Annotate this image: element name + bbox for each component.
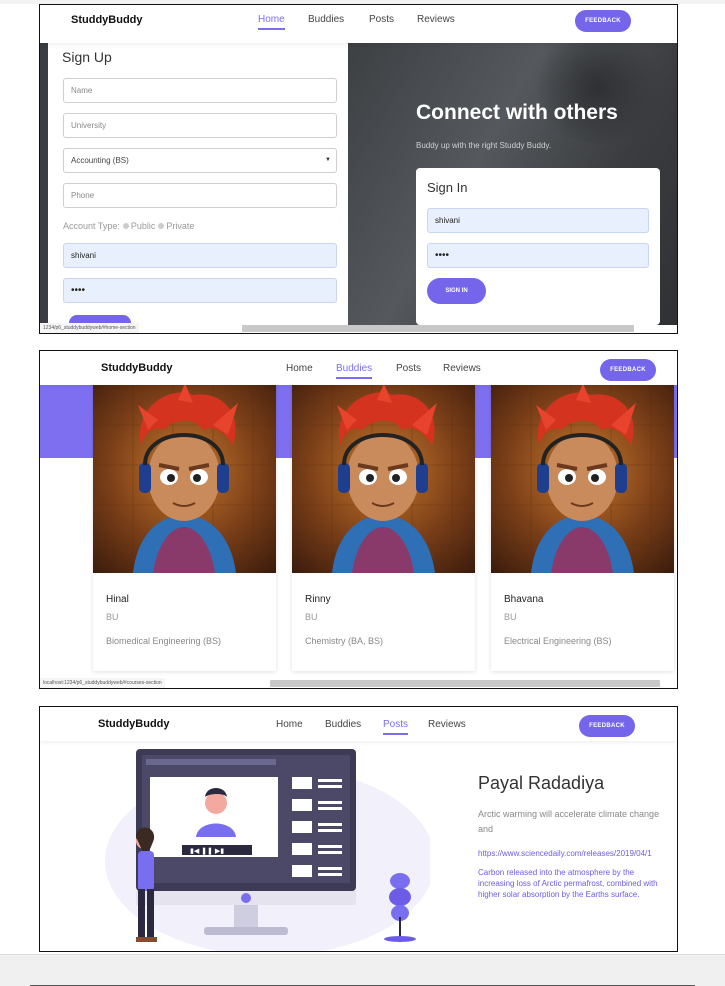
nav-buddies[interactable]: Buddies <box>308 14 344 25</box>
nav-home[interactable]: Home <box>276 719 303 730</box>
status-url: 1234/p6_studdybuddyweb/#home-section <box>40 323 139 333</box>
post-text: Arctic warming will accelerate climate c… <box>478 809 660 834</box>
feedback-button[interactable]: FEEDBACK <box>579 715 635 737</box>
private-radio[interactable] <box>158 223 165 229</box>
horizontal-scrollbar[interactable] <box>270 680 660 687</box>
signin-title: Sign In <box>427 180 468 195</box>
hero-title: Connect with others <box>416 101 618 124</box>
nav-home[interactable]: Home <box>258 14 285 30</box>
signin-card: Sign In shivani •••• SIGN IN <box>416 168 660 325</box>
major-select[interactable]: Accounting (BS) ▼ <box>63 148 337 173</box>
signin-username-field[interactable]: shivani <box>427 208 649 233</box>
phone-field[interactable]: Phone <box>63 183 337 208</box>
buddy-name: Hinal <box>106 594 129 605</box>
screenshot-buddies: StuddyBuddy Home Buddies Posts Reviews F… <box>39 350 678 689</box>
avatar <box>491 385 674 573</box>
major-select-value: Accounting (BS) <box>71 156 129 165</box>
nav-posts[interactable]: Posts <box>369 14 394 25</box>
signup-username-field[interactable]: shivani <box>63 243 337 268</box>
screenshot-home: StuddyBuddy Home Buddies Posts Reviews F… <box>39 4 678 334</box>
signup-password-field[interactable]: •••• <box>63 278 337 303</box>
nav-buddies[interactable]: Buddies <box>325 719 361 730</box>
left-backdrop <box>40 43 48 325</box>
buddy-name: Rinny <box>305 594 331 605</box>
navbar: StuddyBuddy Home Buddies Posts Reviews F… <box>40 351 677 385</box>
buddy-card[interactable]: Hinal BU Biomedical Engineering (BS) <box>93 385 276 671</box>
public-label: Public <box>130 221 156 231</box>
nav-reviews[interactable]: Reviews <box>417 14 455 25</box>
post-quote: Carbon released into the atmosphere by t… <box>478 868 658 899</box>
navbar: StuddyBuddy Home Buddies Posts Reviews F… <box>40 5 677 43</box>
signup-form: Sign Up Name University Accounting (BS) … <box>48 43 348 327</box>
chevron-down-icon: ▼ <box>325 157 331 163</box>
video-call-illustration: ▮◀ ❚❚ ▶▮ <box>100 741 435 951</box>
navbar: StuddyBuddy Home Buddies Posts Reviews F… <box>40 707 677 741</box>
avatar <box>93 385 276 573</box>
account-type-label: Account Type: <box>63 221 120 231</box>
status-url: localhost:1234/p6_studdybuddyweb/#course… <box>40 678 165 688</box>
public-radio[interactable] <box>122 223 129 229</box>
nav-posts[interactable]: Posts <box>383 719 409 735</box>
university-field[interactable]: University <box>63 113 337 138</box>
buddy-major: Chemistry (BA, BS) <box>305 636 384 646</box>
bottom-strip <box>0 954 725 986</box>
private-label: Private <box>166 221 195 231</box>
buddy-major: Electrical Engineering (BS) <box>504 636 612 646</box>
buddy-card[interactable]: Rinny BU Chemistry (BA, BS) <box>292 385 475 671</box>
nav-posts[interactable]: Posts <box>396 363 421 374</box>
buddy-university: BU <box>106 612 119 622</box>
post-author: Payal Radadiya <box>478 773 605 793</box>
signin-password-field[interactable]: •••• <box>427 243 649 268</box>
buddy-major: Biomedical Engineering (BS) <box>106 636 222 646</box>
screenshot-posts: StuddyBuddy Home Buddies Posts Reviews F… <box>39 706 678 952</box>
brand-logo[interactable]: StuddyBuddy <box>71 14 143 26</box>
nav-reviews[interactable]: Reviews <box>428 719 466 730</box>
signin-button[interactable]: SIGN IN <box>427 278 486 304</box>
name-field[interactable]: Name <box>63 78 337 103</box>
svg-text:▮◀ ❚❚ ▶▮: ▮◀ ❚❚ ▶▮ <box>190 847 224 855</box>
post-link[interactable]: https://www.sciencedaily.com/releases/20… <box>478 849 677 858</box>
avatar <box>292 385 475 573</box>
nav-home[interactable]: Home <box>286 363 313 374</box>
buddy-university: BU <box>305 612 318 622</box>
brand-logo[interactable]: StuddyBuddy <box>101 362 173 374</box>
feedback-button[interactable]: FEEDBACK <box>575 10 631 32</box>
brand-logo[interactable]: StuddyBuddy <box>98 718 170 730</box>
buddy-university: BU <box>504 612 517 622</box>
signup-title: Sign Up <box>62 49 112 65</box>
account-type-row: Account Type: Public Private <box>63 221 194 231</box>
hero-subtitle: Buddy up with the right Studdy Buddy. <box>416 141 552 150</box>
buddy-name: Bhavana <box>504 594 544 605</box>
nav-buddies[interactable]: Buddies <box>336 363 373 379</box>
horizontal-scrollbar[interactable] <box>242 325 634 332</box>
nav-reviews[interactable]: Reviews <box>443 363 481 374</box>
feedback-button[interactable]: FEEDBACK <box>600 359 656 381</box>
buddy-card[interactable]: Bhavana BU Electrical Engineering (BS) <box>491 385 674 671</box>
